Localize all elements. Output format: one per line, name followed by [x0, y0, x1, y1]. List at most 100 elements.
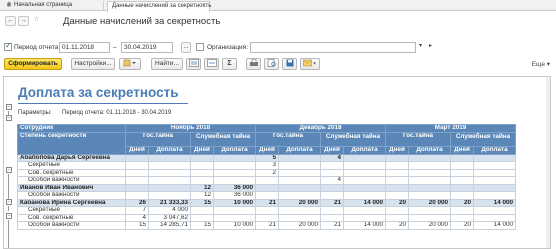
col-gos-3: Гос.тайна	[385, 131, 451, 147]
generate-button[interactable]: Сформировать	[4, 58, 62, 70]
table-cell	[343, 213, 386, 222]
level-row[interactable]: Сов. секретные 2	[17, 168, 516, 177]
preview-button[interactable]	[264, 58, 279, 70]
col-service-1: Служебная тайна	[190, 131, 256, 147]
employee-row[interactable]: Кабанова Ирина Сергеевна 26 21 333,33 15 10 …	[17, 198, 516, 207]
table-cell	[320, 206, 344, 215]
tab-report[interactable]: Данные начислений за секретность ×	[107, 1, 212, 12]
table-cell	[450, 168, 474, 177]
back-button[interactable]: ←	[5, 16, 16, 26]
table-cell: 10 000	[213, 198, 256, 207]
tab-report-label: Данные начислений за секретность	[112, 3, 212, 9]
params-value: Период отчета: 01.11.2018 - 30.04.2019	[62, 110, 172, 116]
tab-home[interactable]: Начальная страница	[2, 1, 104, 11]
table-cell	[408, 213, 451, 222]
collapse-group-1-icon[interactable]: –	[6, 167, 12, 173]
col-level: Степень секретности	[17, 131, 126, 155]
level-row[interactable]: Особой важности 15 14 285,71 15 10 000 21 20 0…	[17, 221, 516, 230]
save-icon	[286, 59, 293, 67]
close-tab-icon[interactable]: ×	[202, 2, 206, 11]
collapse-group-2-icon[interactable]: –	[6, 199, 12, 205]
organization-input[interactable]	[250, 42, 416, 53]
table-cell: 14 000	[343, 221, 386, 230]
organization-checkbox[interactable]	[196, 43, 204, 51]
table-cell: 36 000	[213, 183, 256, 192]
period-checkbox[interactable]	[4, 41, 12, 51]
level-row[interactable]: Сов. секретные 4 3 047,62	[17, 213, 516, 222]
expand-groups-button[interactable]	[186, 58, 201, 70]
table-cell	[385, 183, 409, 192]
favorite-star-icon[interactable]: ☆	[31, 16, 42, 26]
organization-open-icon[interactable]: ▸	[426, 42, 435, 53]
collapse-groups-icon	[206, 59, 217, 67]
table-cell	[450, 161, 474, 170]
table-cell: 15	[190, 198, 214, 207]
collapse-group-3-icon[interactable]: –	[6, 213, 12, 219]
table-cell	[148, 153, 191, 162]
table-cell	[320, 168, 344, 177]
table-cell	[343, 161, 386, 170]
print-icon	[249, 59, 258, 66]
level-row[interactable]: Секретные 3	[17, 161, 516, 170]
title-underline	[18, 103, 188, 104]
col-days: Дней	[320, 145, 344, 155]
tab-bar: Начальная страница Данные начислений за …	[0, 0, 556, 12]
table-cell	[450, 206, 474, 215]
table-cell: 10 000	[213, 221, 256, 230]
level-row[interactable]: Секретные 7 4 000	[17, 206, 516, 215]
table-cell	[148, 168, 191, 177]
employee-row[interactable]: Абапопова Дарья Сергеевна 5 4	[17, 153, 516, 162]
more-menu-button[interactable]: Еще ▾	[532, 60, 550, 68]
settings-button[interactable]: Настройки...	[71, 58, 115, 70]
level-row[interactable]: Особой важности 4	[17, 176, 516, 185]
level-row[interactable]: Особой важности 12 36 000	[17, 191, 516, 200]
table-cell	[125, 183, 149, 192]
save-button[interactable]	[282, 58, 297, 70]
print-button[interactable]	[246, 58, 261, 70]
report-table: Сотрудник Ноябрь 2018 Декабрь 2018 Март …	[17, 124, 516, 230]
preview-icon	[267, 59, 276, 67]
col-employee: Сотрудник	[17, 124, 126, 133]
report-variant-icon	[123, 59, 136, 67]
table-cell	[213, 206, 256, 215]
col-pay: Доплата	[213, 145, 256, 155]
row-label: Сов. секретные	[17, 213, 126, 222]
vertical-scrollbar[interactable]	[546, 77, 550, 248]
table-cell	[473, 183, 516, 192]
sum-button[interactable]: Σ	[222, 58, 237, 70]
period-from-input[interactable]: 01.11.2018	[59, 42, 110, 53]
table-cell: 7	[125, 206, 149, 215]
report-area: – – Доплата за секретность Параметры: Пе…	[3, 76, 551, 249]
table-cell	[473, 176, 516, 185]
col-pay: Доплата	[278, 145, 321, 155]
find-button[interactable]: Найти...	[151, 58, 183, 70]
collapse-title-icon[interactable]: –	[6, 104, 12, 110]
envelope-icon	[303, 59, 316, 67]
period-to-input[interactable]: 30.04.2019	[121, 42, 173, 53]
table-cell	[125, 168, 149, 177]
variant-dropdown-button[interactable]	[119, 58, 141, 70]
table-cell	[190, 168, 214, 177]
employee-row[interactable]: Иванов Иван Иванович 12 36 000	[17, 183, 516, 192]
table-cell	[473, 191, 516, 200]
table-cell	[255, 191, 279, 200]
table-cell	[125, 161, 149, 170]
send-email-button[interactable]	[300, 58, 320, 70]
col-gos-1: Гос.тайна	[125, 131, 191, 147]
organization-dropdown-icon[interactable]: ▾	[416, 42, 425, 53]
collapse-params-icon[interactable]: –	[6, 115, 12, 121]
table-cell	[255, 213, 279, 222]
table-cell	[343, 168, 386, 177]
table-cell	[148, 176, 191, 185]
row-label: Особой важности	[17, 221, 126, 230]
forward-button[interactable]: →	[18, 16, 29, 26]
table-cell	[343, 183, 386, 192]
table-cell	[213, 176, 256, 185]
period-pick-button[interactable]: ...	[181, 42, 191, 53]
table-cell: 4	[125, 213, 149, 222]
col-days: Дней	[125, 145, 149, 155]
table-cell: 20 000	[408, 221, 451, 230]
table-cell	[385, 191, 409, 200]
collapse-groups-button[interactable]	[204, 58, 219, 70]
table-cell	[190, 206, 214, 215]
